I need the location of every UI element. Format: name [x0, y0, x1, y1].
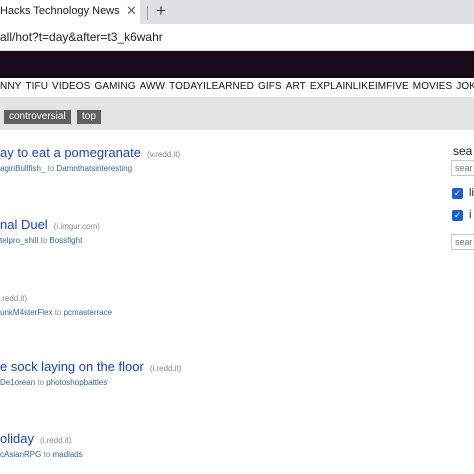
- post-to: to: [37, 378, 45, 387]
- post-domain[interactable]: (v.redd.it): [147, 150, 180, 159]
- post-to: to: [43, 450, 51, 459]
- close-icon[interactable]: ✕: [126, 4, 137, 18]
- post-subreddit[interactable]: pcmasterrace: [64, 308, 112, 317]
- subreddit-list: NNY TIFU VIDEOS GAMING AWW TODAYILEARNED GIFS A…: [0, 81, 474, 92]
- subreddit-link[interactable]: GAMING: [94, 81, 135, 92]
- post-author[interactable]: De1orean: [0, 378, 35, 387]
- post-to: to: [54, 308, 62, 317]
- browser-tab-strip: Hacks Technology News ✕ +: [0, 0, 474, 24]
- post-author[interactable]: cAsianRPG: [0, 450, 41, 459]
- tab-top[interactable]: top: [77, 110, 101, 124]
- subreddit-link[interactable]: NNY: [0, 81, 21, 92]
- subreddit-link[interactable]: TODAYILEARNED: [169, 81, 254, 92]
- post-to: to: [47, 164, 55, 173]
- post-title[interactable]: nal Duel: [0, 217, 48, 232]
- tab-title: Hacks Technology News: [0, 5, 120, 17]
- post-domain[interactable]: (i.redd.it): [40, 436, 72, 445]
- list-item: ay to eat a pomegranate (v.redd.it) aginB…: [0, 144, 180, 173]
- sidebar-search-input[interactable]: sear: [451, 160, 474, 176]
- checkbox-label: li: [469, 187, 474, 199]
- url-text[interactable]: all/hot?t=day&after=t3_k6wahr: [0, 30, 163, 44]
- post-domain[interactable]: .redd.it): [0, 294, 27, 303]
- post-subreddit[interactable]: Damnthatsinteresting: [57, 164, 133, 173]
- subreddit-bar: NNY TIFU VIDEOS GAMING AWW TODAYILEARNED GIFS A…: [0, 78, 474, 98]
- site-header: [0, 51, 474, 78]
- post-title[interactable]: ay to eat a pomegranate: [0, 145, 141, 160]
- browser-tab[interactable]: Hacks Technology News ✕: [0, 0, 140, 24]
- post-subreddit[interactable]: madlads: [53, 450, 83, 459]
- subreddit-link[interactable]: JOKES: [456, 81, 474, 92]
- post-subreddit[interactable]: Bossfight: [49, 236, 82, 245]
- list-item: .redd.it) unkM4sterFlex to pcmasterrace: [0, 288, 112, 317]
- sidebar-search-label: sea: [453, 144, 473, 158]
- tab-separator: [147, 6, 148, 20]
- subreddit-link[interactable]: EXPLAINLIKEIMFIVE: [310, 81, 409, 92]
- new-tab-icon[interactable]: +: [156, 2, 166, 20]
- subreddit-link[interactable]: TIFU: [25, 81, 48, 92]
- tab-controversial[interactable]: controversial: [4, 110, 71, 124]
- list-item: oliday (i.redd.it) cAsianRPG to madlads: [0, 430, 83, 459]
- list-item: nal Duel (i.imgur.com) telpro_shill to Bo…: [0, 216, 100, 245]
- subreddit-link[interactable]: ART: [286, 81, 306, 92]
- post-author[interactable]: unkM4sterFlex: [0, 308, 52, 317]
- address-bar[interactable]: all/hot?t=day&after=t3_k6wahr: [0, 24, 474, 51]
- sort-tabs-bar: controversial top: [0, 98, 474, 130]
- post-title[interactable]: e sock laying on the floor: [0, 359, 144, 374]
- post-to: to: [40, 236, 48, 245]
- checkbox-checked-icon[interactable]: ✓: [452, 188, 463, 199]
- post-author[interactable]: telpro_shill: [0, 236, 38, 245]
- post-domain[interactable]: (i.redd.it): [150, 364, 182, 373]
- checkbox-label: i: [469, 209, 472, 221]
- post-title[interactable]: oliday: [0, 431, 34, 446]
- list-item: e sock laying on the floor (i.redd.it) De…: [0, 358, 181, 387]
- post-subreddit[interactable]: photoshopbattles: [46, 378, 107, 387]
- subreddit-link[interactable]: VIDEOS: [52, 81, 90, 92]
- subreddit-link[interactable]: AWW: [140, 81, 165, 92]
- sidebar-search-input-2[interactable]: sear: [451, 234, 474, 250]
- post-domain[interactable]: (i.imgur.com): [54, 222, 100, 231]
- subreddit-link[interactable]: MOVIES: [413, 81, 453, 92]
- post-author[interactable]: aginBullfish_: [0, 164, 45, 173]
- checkbox-checked-icon[interactable]: ✓: [452, 210, 463, 221]
- subreddit-link[interactable]: GIFS: [258, 81, 282, 92]
